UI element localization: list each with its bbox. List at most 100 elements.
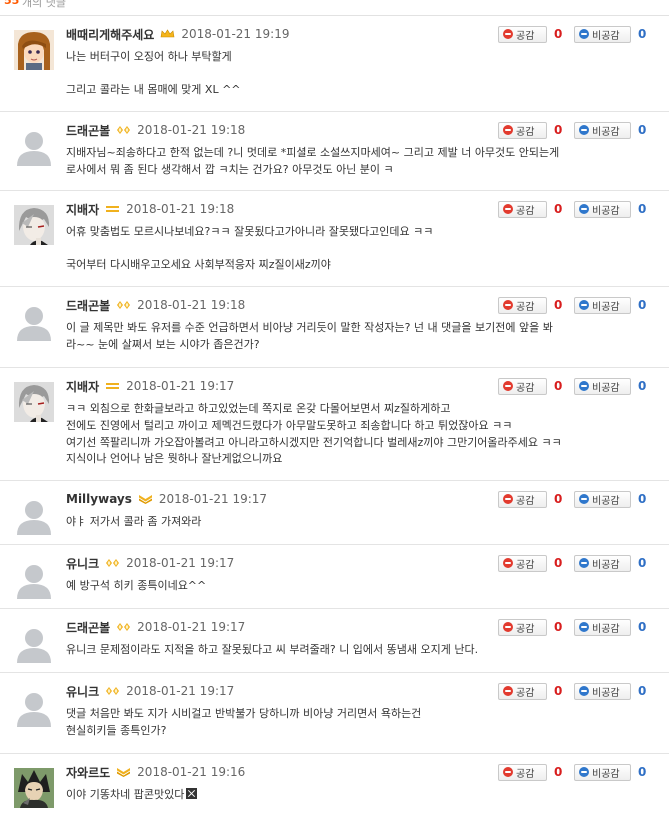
avatar[interactable]: [14, 495, 54, 535]
like-button-label: 공감: [516, 205, 535, 217]
minus-face-icon: [579, 494, 589, 504]
nickname-link[interactable]: 드래곤볼: [66, 122, 110, 139]
avatar[interactable]: [14, 382, 54, 422]
dislike-vote: 비공감 0: [574, 377, 646, 395]
like-button[interactable]: 공감: [498, 490, 547, 508]
dislike-button[interactable]: 비공감: [574, 25, 631, 43]
comment-body: 나는 버터구이 오징어 하나 부탁할게 그리고 콜라는 내 몸매에 맞게 XL ^…: [66, 49, 656, 99]
dislike-button-label: 비공감: [592, 382, 620, 394]
comment-meta: 유니크 2018-01-21 19:17: [66, 683, 234, 699]
dislike-count: 0: [638, 27, 647, 41]
like-count: 0: [554, 684, 563, 698]
bar-level-icon: [105, 204, 120, 214]
dislike-button-label: 비공감: [592, 687, 620, 699]
like-vote: 공감 0: [498, 377, 562, 395]
nickname-link[interactable]: 배때리게해주세요: [66, 26, 154, 43]
like-button[interactable]: 공감: [498, 121, 547, 139]
comment-meta: Millyways 2018-01-21 19:17: [66, 491, 267, 507]
nickname-link[interactable]: 지배자: [66, 378, 99, 395]
like-count: 0: [554, 556, 563, 570]
comment-body: 예 방구석 히키 종특이네요^^: [66, 578, 656, 595]
dislike-button-label: 비공감: [592, 768, 620, 780]
chevron-level-icon: [116, 767, 131, 777]
dislike-button[interactable]: 비공감: [574, 682, 631, 700]
nickname-link[interactable]: 드래곤볼: [66, 297, 110, 314]
dislike-button[interactable]: 비공감: [574, 121, 631, 139]
dislike-vote: 비공감 0: [574, 121, 646, 139]
comment-body: 이 글 제목만 봐도 유저를 수준 언급하면서 비아냥 거리듯이 말한 작성자는…: [66, 320, 656, 354]
dislike-button[interactable]: 비공감: [574, 763, 631, 781]
dislike-vote: 비공감 0: [574, 763, 646, 781]
avatar[interactable]: [14, 30, 54, 70]
dislike-vote: 비공감 0: [574, 200, 646, 218]
avatar[interactable]: [14, 623, 54, 663]
comment-text: 야ㅑ 저가서 콜라 좀 가져와라: [66, 515, 202, 528]
comment-date: 2018-01-21 19:18: [137, 123, 246, 137]
like-button[interactable]: 공감: [498, 25, 547, 43]
like-vote: 공감 0: [498, 121, 562, 139]
thumb-down-face-icon: [503, 767, 513, 777]
dislike-count: 0: [638, 684, 647, 698]
dislike-button[interactable]: 비공감: [574, 618, 631, 636]
dislike-button-label: 비공감: [592, 205, 620, 217]
avatar[interactable]: [14, 126, 54, 166]
like-count: 0: [554, 492, 563, 506]
dislike-button-label: 비공감: [592, 126, 620, 138]
thumb-down-face-icon: [503, 622, 513, 632]
avatar[interactable]: [14, 768, 54, 808]
like-button[interactable]: 공감: [498, 200, 547, 218]
like-button-label: 공감: [516, 623, 535, 635]
nickname-link[interactable]: 자와르도: [66, 764, 110, 781]
dislike-button[interactable]: 비공감: [574, 200, 631, 218]
nickname-link[interactable]: 드래곤볼: [66, 619, 110, 636]
minus-face-icon: [579, 686, 589, 696]
comment-count: 55: [4, 0, 20, 7]
like-button[interactable]: 공감: [498, 763, 547, 781]
avatar[interactable]: [14, 559, 54, 599]
comment-date: 2018-01-21 19:17: [126, 379, 235, 393]
like-vote: 공감 0: [498, 682, 562, 700]
thumb-down-face-icon: [503, 204, 513, 214]
avatar[interactable]: [14, 205, 54, 245]
comment-item: 드래곤볼 2018-01-21 19:18 공감 0 비공감 0 지배자님~죄송하다고 한적…: [0, 112, 669, 191]
like-count: 0: [554, 620, 563, 634]
like-count: 0: [554, 202, 563, 216]
nickname-link[interactable]: Millyways: [66, 492, 132, 506]
comment-body: 댓글 처음만 봐도 지가 시비걸고 반박불가 당하니까 비아냥 거리면서 욕하는…: [66, 706, 656, 740]
comment-text: 이 글 제목만 봐도 유저를 수준 언급하면서 비아냥 거리듯이 말한 작성자는…: [66, 321, 553, 351]
dislike-vote: 비공감 0: [574, 25, 646, 43]
broken-image-icon: [186, 788, 198, 799]
like-button[interactable]: 공감: [498, 377, 547, 395]
avatar[interactable]: [14, 301, 54, 341]
dislike-button[interactable]: 비공감: [574, 296, 631, 314]
like-vote: 공감 0: [498, 618, 562, 636]
dislike-count: 0: [638, 620, 647, 634]
dislike-button[interactable]: 비공감: [574, 377, 631, 395]
comment-item: 유니크 2018-01-21 19:17 공감 0 비공감 0 예 방구석 히키 종특이네요…: [0, 545, 669, 609]
dislike-button-label: 비공감: [592, 30, 620, 42]
dislike-button[interactable]: 비공감: [574, 554, 631, 572]
nickname-link[interactable]: 유니크: [66, 683, 99, 700]
comment-meta: 자와르도 2018-01-21 19:16: [66, 764, 245, 780]
like-button[interactable]: 공감: [498, 554, 547, 572]
nickname-link[interactable]: 유니크: [66, 555, 99, 572]
thumb-down-face-icon: [503, 300, 513, 310]
bar-level-icon: [105, 381, 120, 391]
thumb-down-face-icon: [503, 558, 513, 568]
chevron-level-icon: [138, 494, 153, 504]
like-button[interactable]: 공감: [498, 296, 547, 314]
comment-item: 지배자 2018-01-21 19:17 공감 0 비공감 0 ㅋㅋ 외침으로 한화글보라고…: [0, 368, 669, 481]
dislike-count: 0: [638, 298, 647, 312]
comment-item: 지배자 2018-01-21 19:18 공감 0 비공감 0 어휴 맞춤법도 모르시나보네…: [0, 191, 669, 287]
like-button-label: 공감: [516, 768, 535, 780]
minus-face-icon: [579, 622, 589, 632]
comment-body: 지배자님~죄송하다고 한적 없는데 ?니 멋데로 *피셜로 소설쓰지마세여~ 그…: [66, 145, 656, 179]
dislike-button[interactable]: 비공감: [574, 490, 631, 508]
like-count: 0: [554, 379, 563, 393]
like-button[interactable]: 공감: [498, 682, 547, 700]
comment-body: 유니크 문제점이라도 지적을 하고 잘못됬다고 씨 부려줄래? 니 입에서 똥냄…: [66, 642, 656, 659]
like-count: 0: [554, 123, 563, 137]
nickname-link[interactable]: 지배자: [66, 201, 99, 218]
avatar[interactable]: [14, 687, 54, 727]
like-button[interactable]: 공감: [498, 618, 547, 636]
